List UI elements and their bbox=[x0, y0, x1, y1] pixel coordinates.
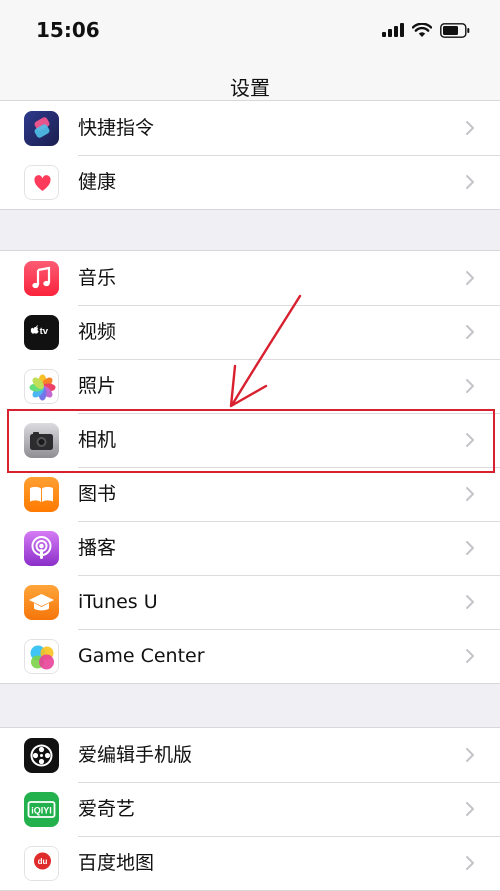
status-bar: 15:06 bbox=[0, 0, 500, 60]
podcasts-icon bbox=[24, 531, 59, 566]
settings-group-1: 快捷指令 健康 bbox=[0, 100, 500, 210]
music-icon bbox=[24, 261, 59, 296]
settings-row-photos[interactable]: 照片 bbox=[0, 359, 500, 413]
chevron-right-icon bbox=[466, 595, 474, 609]
chevron-right-icon bbox=[466, 271, 474, 285]
settings-row-aibianji[interactable]: 爱编辑手机版 bbox=[0, 728, 500, 782]
chevron-right-icon bbox=[466, 487, 474, 501]
settings-row-label: 爱编辑手机版 bbox=[78, 744, 193, 766]
itunes-u-icon bbox=[24, 585, 59, 620]
settings-row-label: 照片 bbox=[78, 375, 117, 397]
settings-row-tv[interactable]: tv 视频 bbox=[0, 305, 500, 359]
settings-row-label: 视频 bbox=[78, 321, 117, 343]
settings-row-label: Game Center bbox=[78, 645, 205, 667]
annotation-highlight-box bbox=[7, 409, 495, 473]
tv-icon: tv bbox=[24, 315, 59, 350]
settings-row-label: 健康 bbox=[78, 171, 117, 193]
health-icon bbox=[24, 165, 59, 200]
settings-row-itunes-u[interactable]: iTunes U bbox=[0, 575, 500, 629]
chevron-right-icon bbox=[466, 649, 474, 663]
chevron-right-icon bbox=[466, 379, 474, 393]
game-center-icon bbox=[24, 639, 59, 674]
chevron-right-icon bbox=[466, 748, 474, 762]
books-icon bbox=[24, 477, 59, 512]
cellular-signal-icon bbox=[382, 23, 404, 37]
settings-row-label: 图书 bbox=[78, 483, 117, 505]
battery-icon bbox=[440, 22, 470, 38]
photos-icon bbox=[24, 369, 59, 404]
settings-group-3: 爱编辑手机版 iQIYI 爱奇艺 du 百度地图 bbox=[0, 727, 500, 891]
chevron-right-icon bbox=[466, 175, 474, 189]
shortcuts-icon bbox=[24, 111, 59, 146]
settings-row-game-center[interactable]: Game Center bbox=[0, 629, 500, 683]
chevron-right-icon bbox=[466, 325, 474, 339]
settings-row-podcasts[interactable]: 播客 bbox=[0, 521, 500, 575]
settings-row-label: iTunes U bbox=[78, 591, 158, 613]
settings-row-iqiyi[interactable]: iQIYI 爱奇艺 bbox=[0, 782, 500, 836]
settings-row-label: 百度地图 bbox=[78, 852, 155, 874]
settings-row-label: 播客 bbox=[78, 537, 117, 559]
settings-row-health[interactable]: 健康 bbox=[0, 155, 500, 209]
wifi-icon bbox=[412, 22, 432, 37]
chevron-right-icon bbox=[466, 802, 474, 816]
film-reel-icon bbox=[24, 738, 59, 773]
iqiyi-icon: iQIYI bbox=[24, 792, 59, 827]
chevron-right-icon bbox=[466, 856, 474, 870]
settings-row-books[interactable]: 图书 bbox=[0, 467, 500, 521]
baidu-map-icon: du bbox=[24, 846, 59, 881]
settings-row-label: 音乐 bbox=[78, 267, 117, 289]
status-time: 15:06 bbox=[36, 18, 100, 42]
settings-row-baidu-map[interactable]: du 百度地图 bbox=[0, 836, 500, 890]
chevron-right-icon bbox=[466, 121, 474, 135]
settings-row-music[interactable]: 音乐 bbox=[0, 251, 500, 305]
tv-icon-text: tv bbox=[40, 326, 49, 337]
page-title: 设置 bbox=[230, 76, 270, 100]
settings-row-label: 快捷指令 bbox=[78, 117, 155, 139]
iqiyi-icon-text: iQIYI bbox=[31, 806, 52, 816]
chevron-right-icon bbox=[466, 541, 474, 555]
status-icons bbox=[382, 20, 470, 40]
settings-row-shortcuts[interactable]: 快捷指令 bbox=[0, 101, 500, 155]
settings-row-label: 爱奇艺 bbox=[78, 798, 136, 820]
